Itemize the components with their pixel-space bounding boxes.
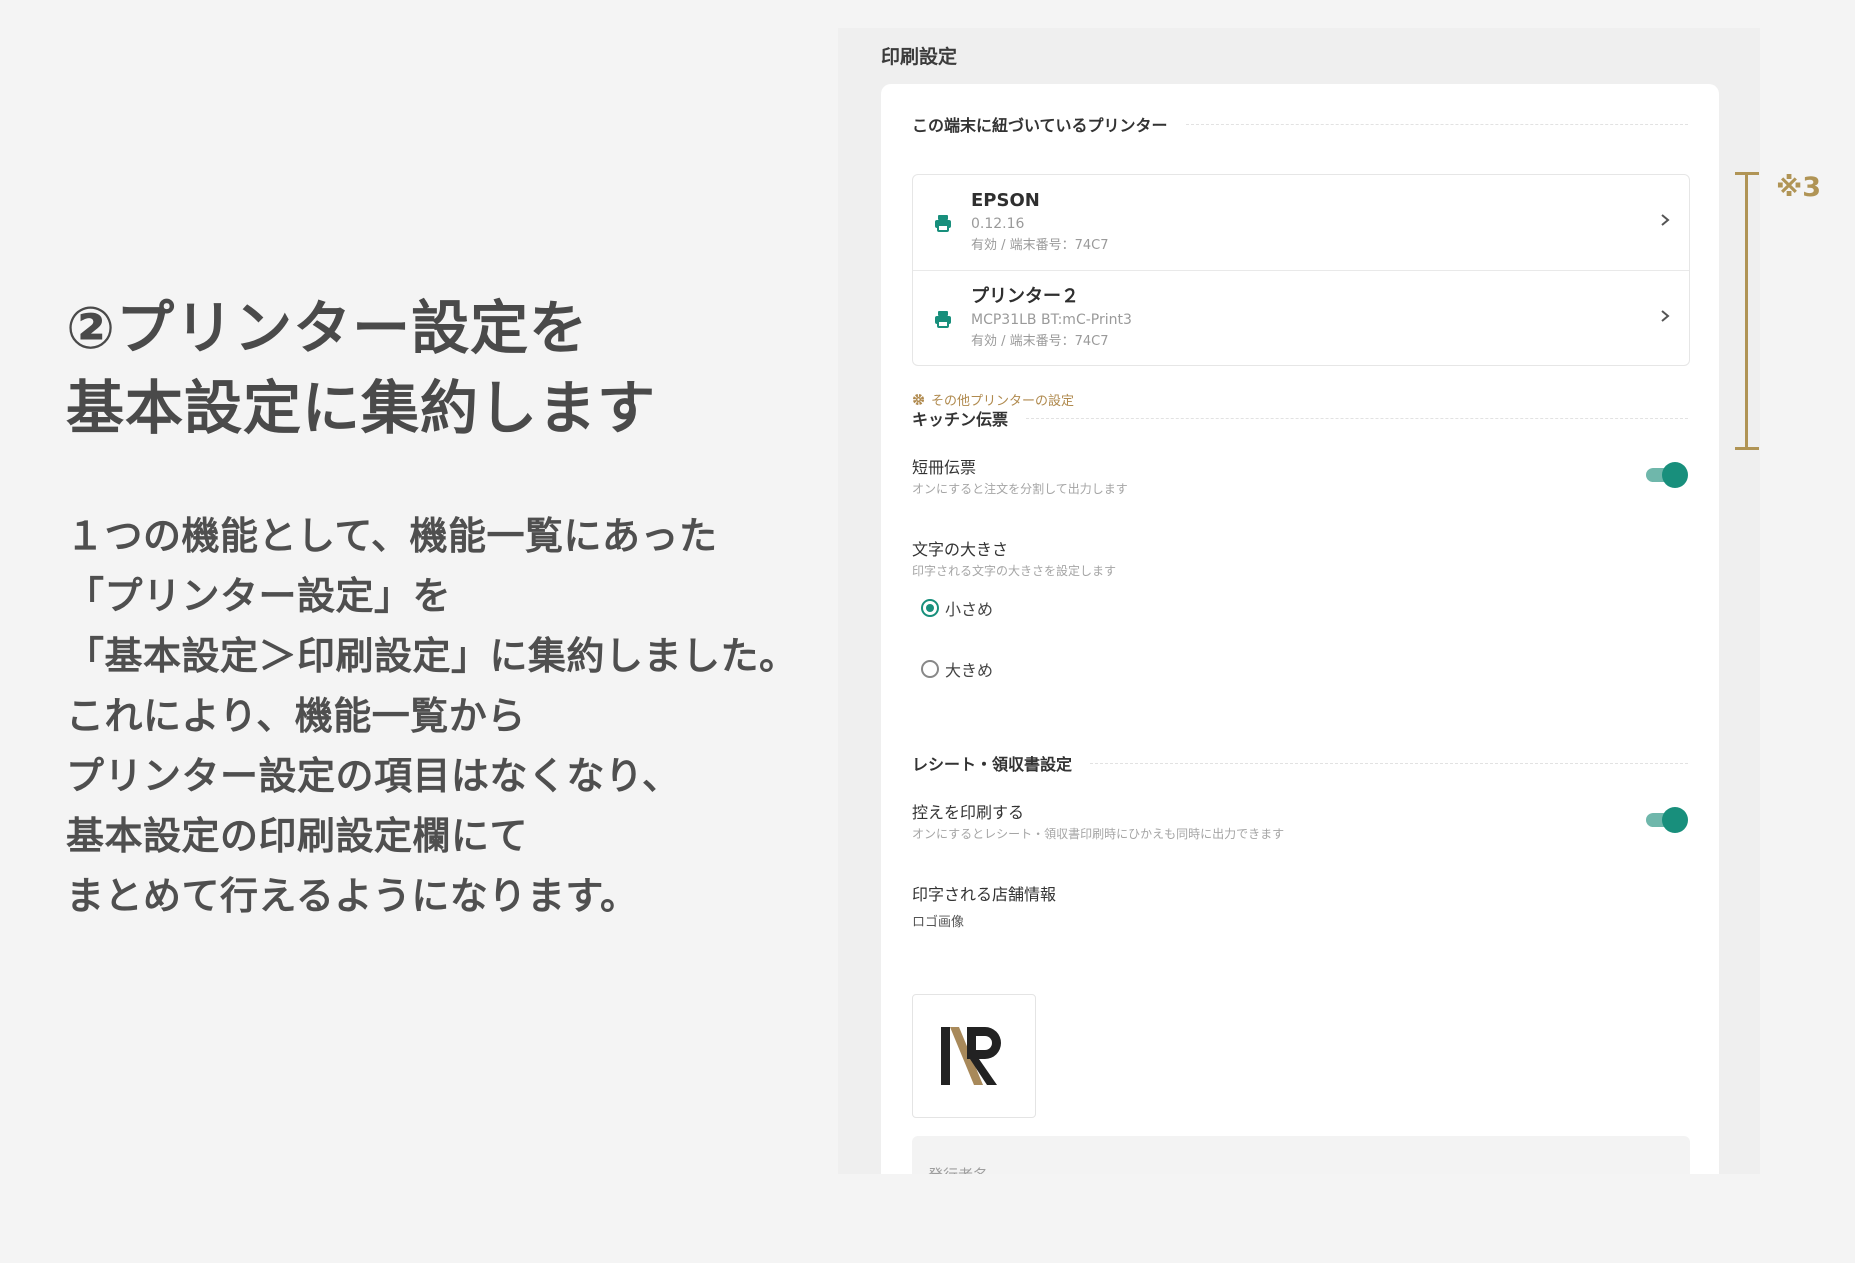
section-linked-printers: この端末に紐づいているプリンター [912, 112, 1688, 136]
page-title: 印刷設定 [881, 46, 958, 68]
description-line: プリンター設定の項目はなくなり、 [66, 754, 681, 798]
printer-icon [935, 311, 951, 328]
printer-item-printer2[interactable]: プリンター２ MCP31LB BT:mC-Print3 有効 / 端末番号：74… [913, 270, 1689, 365]
divider [1090, 762, 1688, 764]
toggle-knob [1662, 462, 1688, 488]
print-settings-screenshot: 印刷設定 この端末に紐づいているプリンター EPSON 0.12.16 有効 /… [838, 28, 1760, 1174]
logo-image-label: ロゴ画像 [912, 915, 965, 930]
setting-description: オンにすると注文を分割して出力します [912, 482, 1128, 496]
bracket-line [1745, 172, 1748, 450]
description: １つの機能として、機能一覧にあった 「プリンター設定」を 「基本設定＞印刷設定」… [66, 506, 826, 926]
section-receipt-settings: レシート・領収書設定 [912, 751, 1688, 775]
printer-model: MCP31LB BT:mC-Print3 [971, 312, 1132, 328]
divider [1026, 417, 1688, 419]
description-line: 「基本設定＞印刷設定」に集約しました。 [66, 634, 798, 678]
section-title: この端末に紐づいているプリンター [912, 116, 1168, 135]
headline-line-1: ②プリンター設定を [66, 294, 589, 362]
setting-label: 控えを印刷する [912, 803, 1025, 822]
gear-icon [912, 393, 925, 406]
setting-label: 短冊伝票 [912, 458, 977, 477]
explanation: ②プリンター設定を 基本設定に集約します １つの機能として、機能一覧にあった 「… [66, 288, 826, 926]
radio-label: 大きめ [945, 661, 994, 680]
copy-print-toggle[interactable] [1646, 807, 1688, 833]
setting-label: 文字の大きさ [912, 540, 1009, 559]
bracket-bottom [1735, 447, 1759, 450]
chevron-right-icon [1661, 214, 1670, 226]
divider [1185, 123, 1688, 125]
section-kitchen-slip: キッチン伝票 [912, 406, 1688, 430]
description-line: 「プリンター設定」を [66, 574, 452, 618]
radio-small[interactable]: 小さめ [921, 596, 993, 620]
description-line: １つの機能として、機能一覧にあった [66, 514, 718, 558]
setting-copy-print: 控えを印刷する オンにするとレシート・領収書印刷時にひかえも同時に出力できます [912, 802, 1688, 844]
printer-icon [935, 215, 951, 232]
radio-circle [921, 599, 939, 617]
setting-label: 印字される店舗情報 [912, 885, 1057, 904]
headline-line-2: 基本設定に集約します [66, 374, 657, 442]
setting-store-info: 印字される店舗情報 [912, 884, 1688, 906]
radio-label: 小さめ [945, 600, 994, 619]
headline: ②プリンター設定を 基本設定に集約します [66, 288, 826, 448]
description-line: まとめて行えるようになります。 [66, 874, 639, 918]
annotation-bracket [1735, 172, 1759, 450]
setting-description: 印字される文字の大きさを設定します [912, 564, 1117, 578]
setting-description: オンにするとレシート・領収書印刷時にひかえも同時に出力できます [912, 827, 1285, 841]
toggle-knob [1662, 807, 1688, 833]
store-logo-icon [941, 1027, 1001, 1085]
printer-model: 0.12.16 [971, 216, 1025, 232]
printer-list: EPSON 0.12.16 有効 / 端末番号：74C7 プリンター２ MCP3… [912, 174, 1690, 366]
settings-card: この端末に紐づいているプリンター EPSON 0.12.16 有効 / 端末番号… [881, 84, 1719, 1174]
section-title: キッチン伝票 [912, 410, 1009, 429]
section-title: レシート・領収書設定 [912, 755, 1073, 774]
description-line: 基本設定の印刷設定欄にて [66, 814, 529, 858]
radio-large[interactable]: 大きめ [921, 657, 993, 681]
radio-circle [921, 660, 939, 678]
printer-name: EPSON [971, 190, 1040, 211]
logo-upload[interactable] [912, 994, 1036, 1118]
setting-font-size: 文字の大きさ 印字される文字の大きさを設定します [912, 539, 1688, 581]
printer-item-epson[interactable]: EPSON 0.12.16 有効 / 端末番号：74C7 [913, 175, 1689, 270]
chevron-right-icon [1661, 310, 1670, 322]
note-mark: ※3 [1776, 172, 1822, 203]
issuer-name-input[interactable] [912, 1136, 1690, 1174]
description-line: これにより、機能一覧から [66, 694, 526, 738]
logo-image-label-row: ロゴ画像 [912, 913, 1688, 933]
printer-status: 有効 / 端末番号：74C7 [971, 238, 1109, 253]
setting-tanzaku: 短冊伝票 オンにすると注文を分割して出力します [912, 457, 1688, 499]
printer-status: 有効 / 端末番号：74C7 [971, 334, 1109, 349]
tanzaku-toggle[interactable] [1646, 462, 1688, 488]
printer-name: プリンター２ [971, 286, 1079, 307]
